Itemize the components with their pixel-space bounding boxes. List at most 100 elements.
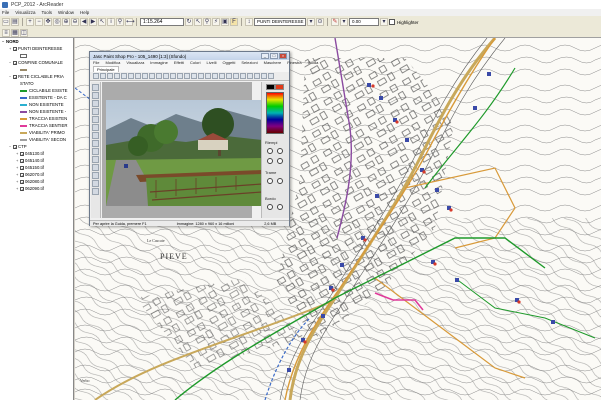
paintshop-window[interactable]: Jasc Paint Shop Pro - 105_1490 [1:3] (Sf… xyxy=(89,51,318,226)
fill-style-icon[interactable] xyxy=(267,148,273,154)
texture-icon-2[interactable] xyxy=(277,178,283,184)
poi-marker[interactable] xyxy=(449,208,453,212)
background-color-swatch[interactable] xyxy=(275,84,284,90)
toc-item[interactable]: +045140.tif xyxy=(0,157,73,164)
paintshop-tool-icon[interactable] xyxy=(226,73,232,79)
paintshop-menu-item[interactable]: Guida xyxy=(308,60,319,66)
toc-item[interactable]: CICLABILE ESISTE xyxy=(0,87,73,94)
paintshop-tool-icon[interactable] xyxy=(107,73,113,79)
paintshop-tool-icon[interactable] xyxy=(121,73,127,79)
toc-item[interactable]: VIABILITA' SECON xyxy=(0,136,73,143)
pen-icon[interactable]: ✎ xyxy=(331,18,339,26)
paintshop-menu-item[interactable]: Oggetti xyxy=(222,60,235,66)
paintshop-tool-icon[interactable] xyxy=(149,73,155,79)
paintshop-tool-icon[interactable] xyxy=(198,73,204,79)
toc-item[interactable]: +062080.tif xyxy=(0,178,73,185)
toc-item[interactable] xyxy=(0,66,73,73)
maximize-button[interactable]: □ xyxy=(270,53,278,59)
poi-marker[interactable] xyxy=(287,368,291,372)
identify-icon[interactable]: i xyxy=(107,18,115,26)
paintshop-tool-icon[interactable] xyxy=(205,73,211,79)
toc-item[interactable]: −CTP xyxy=(0,143,73,150)
measure-icon[interactable]: ⟷ xyxy=(125,18,135,26)
poi-marker[interactable] xyxy=(303,340,307,344)
paintshop-menu-item[interactable]: Maschere xyxy=(264,60,282,66)
paintshop-tool-icon[interactable] xyxy=(135,73,141,79)
fill-pattern-icon[interactable] xyxy=(277,158,283,164)
toc-item[interactable]: +062090.tif xyxy=(0,185,73,192)
paintshop-tool-icon[interactable] xyxy=(268,73,274,79)
poi-marker[interactable] xyxy=(367,83,371,87)
fixed-zoom-in-icon[interactable]: ⊕ xyxy=(62,18,70,26)
poi-marker[interactable] xyxy=(422,170,426,174)
poi-marker[interactable] xyxy=(375,194,379,198)
toc-item[interactable]: +PUNTI DEINTERESSE xyxy=(0,45,73,52)
chevron-down-icon[interactable]: ▾ xyxy=(380,18,388,26)
hyperlink-icon[interactable]: ⚡ xyxy=(212,18,220,26)
foreground-color-swatch[interactable] xyxy=(266,84,275,90)
paintshop-menu-item[interactable]: Immagine xyxy=(150,60,168,66)
frame-icon[interactable]: ▣ xyxy=(221,18,229,26)
poi-marker[interactable] xyxy=(379,96,383,100)
menu-file[interactable]: File xyxy=(2,10,9,15)
poi-marker[interactable] xyxy=(435,188,439,192)
color-palette[interactable] xyxy=(266,92,284,134)
open-icon[interactable]: ▭ xyxy=(2,18,10,26)
toc-item[interactable]: STATO xyxy=(0,80,73,87)
chevron-down-icon[interactable]: ▾ xyxy=(307,18,315,26)
toc-toggle-icon[interactable]: ≡ xyxy=(2,29,10,37)
layout-view-icon[interactable]: ▦ xyxy=(11,29,19,37)
fixed-zoom-out-icon[interactable]: ⊖ xyxy=(71,18,79,26)
zoom-out-icon[interactable]: − xyxy=(35,18,43,26)
poi-marker[interactable] xyxy=(551,320,555,324)
paintshop-tool-icon[interactable] xyxy=(92,188,99,195)
menu-window[interactable]: Window xyxy=(58,10,74,15)
cursor-icon[interactable]: ↖ xyxy=(194,18,202,26)
toc-visibility-checkbox[interactable] xyxy=(13,74,17,79)
paintshop-tool-icon[interactable] xyxy=(184,73,190,79)
stroke-icon[interactable] xyxy=(267,204,273,210)
poi-marker[interactable] xyxy=(473,106,477,110)
paintshop-title-bar[interactable]: Jasc Paint Shop Pro - 105_1490 [1:3] (Sf… xyxy=(90,52,289,60)
toc-visibility-checkbox[interactable] xyxy=(13,46,17,51)
active-layer-select[interactable]: PUNTI DEINTERESSE xyxy=(254,18,306,26)
find-route-icon[interactable]: ⚲ xyxy=(203,18,211,26)
paintshop-canvas[interactable] xyxy=(102,82,262,218)
paintshop-tool-icon[interactable] xyxy=(177,73,183,79)
poi-marker[interactable] xyxy=(405,138,409,142)
poi-marker[interactable] xyxy=(517,300,521,304)
texture-icon[interactable] xyxy=(267,178,273,184)
paintshop-menu-item[interactable]: Livelli xyxy=(206,60,216,66)
paintshop-tool-icon[interactable] xyxy=(92,148,99,155)
toc-item[interactable]: NON ESISTENTE - xyxy=(0,108,73,115)
data-view-icon[interactable]: ◫ xyxy=(20,29,28,37)
highlighter-checkbox[interactable] xyxy=(389,19,395,25)
minimize-button[interactable]: _ xyxy=(261,53,269,59)
poi-marker[interactable] xyxy=(331,288,335,292)
toc-visibility-checkbox[interactable] xyxy=(20,158,24,163)
paintshop-tool-icon[interactable] xyxy=(219,73,225,79)
toc-item[interactable] xyxy=(0,52,73,59)
fill-texture-icon[interactable] xyxy=(277,148,283,154)
toc-visibility-checkbox[interactable] xyxy=(13,144,17,149)
paintshop-tool-icon[interactable] xyxy=(170,73,176,79)
menu-view[interactable]: Visualizza xyxy=(15,10,35,15)
toc-visibility-checkbox[interactable] xyxy=(20,186,24,191)
paintshop-tool-icon[interactable] xyxy=(212,73,218,79)
paintshop-tool-icon[interactable] xyxy=(92,132,99,139)
close-button[interactable]: × xyxy=(279,53,287,59)
paintshop-menu-item[interactable]: Finestra xyxy=(287,60,301,66)
refresh-icon[interactable]: ↻ xyxy=(185,18,193,26)
toc-item[interactable]: TRACCIA SENTIER xyxy=(0,122,73,129)
hyperlink-pointer-icon[interactable]: ⊙ xyxy=(316,18,324,26)
back-icon[interactable]: ◀ xyxy=(80,18,88,26)
toc-item[interactable]: +045150.tif xyxy=(0,164,73,171)
paintshop-tool-icon[interactable] xyxy=(191,73,197,79)
font-size-select[interactable]: 0.00 xyxy=(349,18,379,26)
toc-item[interactable]: −RETE CICLABILE PRIA xyxy=(0,73,73,80)
toc-item[interactable]: VIABILITA' PRIMO xyxy=(0,129,73,136)
paintshop-tool-icon[interactable] xyxy=(114,73,120,79)
fill-gradient-icon[interactable] xyxy=(267,158,273,164)
paintshop-tool-icon[interactable] xyxy=(92,164,99,171)
toc-item[interactable]: −CONFINE COMUNALE xyxy=(0,59,73,66)
